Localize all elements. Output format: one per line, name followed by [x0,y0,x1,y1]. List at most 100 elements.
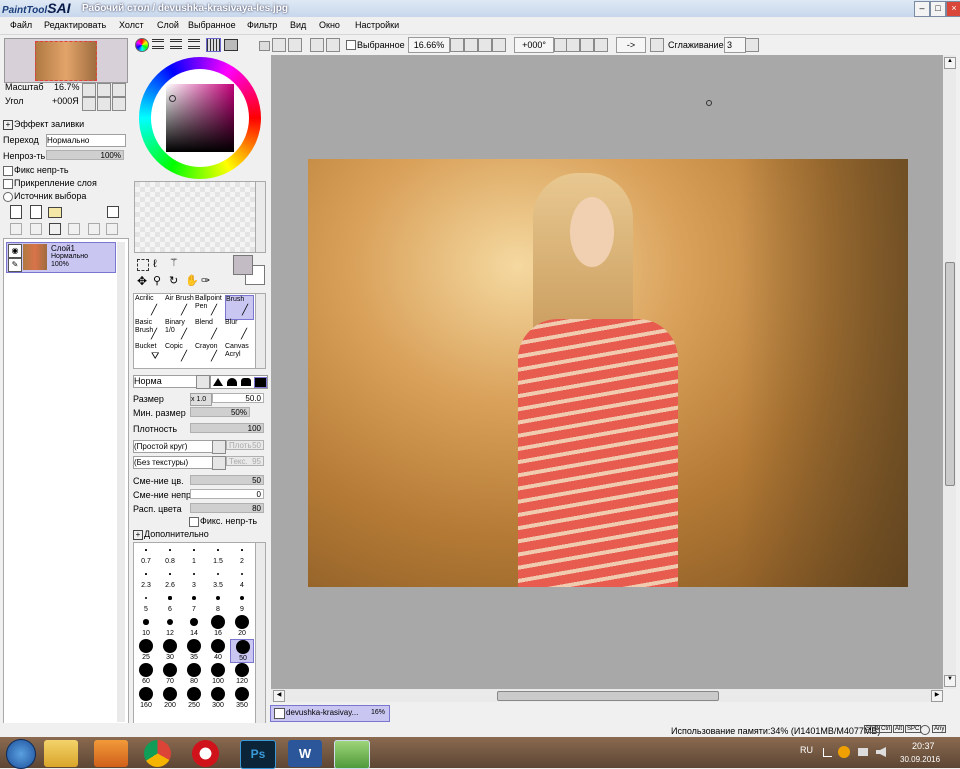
visibility-eye-icon[interactable]: ◉ [8,244,22,258]
minimize-button[interactable]: – [914,1,930,17]
brush-size-cell[interactable]: 40 [206,639,230,663]
new-vector-layer-icon[interactable] [30,205,42,219]
scale-down-icon[interactable] [82,83,96,97]
selection-source-radio[interactable] [3,192,13,202]
invert-selection-icon[interactable] [326,38,340,52]
zoom-reset-icon[interactable] [492,38,506,52]
document-tab[interactable]: devushka-krasivay... 16% [270,705,390,722]
expand-advanced-icon[interactable]: + [133,530,143,540]
scroll-right-icon[interactable]: ▶ [931,690,943,702]
brush-size-cell[interactable]: 7 [182,591,206,615]
hsv-sliders-icon[interactable] [170,39,182,49]
clear-layer-icon[interactable] [49,223,61,235]
tool-acrilic[interactable]: Acrilic ╱ [135,295,164,320]
brush-size-cell[interactable]: 6 [158,591,182,615]
menu-window[interactable]: Окно [319,20,340,30]
menu-view[interactable]: Вид [290,20,306,30]
angle-reset-icon[interactable] [112,97,126,111]
angle-right-icon[interactable] [97,97,111,111]
tool-basic-brush[interactable]: Basic Brush ╱ [135,319,164,344]
shape-soft-icon[interactable] [227,378,237,386]
brush-size-cell[interactable]: 1 [182,543,206,567]
brush-size-cell[interactable]: 100 [206,663,230,687]
brush-size-cell[interactable]: 8 [206,591,230,615]
tool-blend[interactable]: Blend ╱ [195,319,224,344]
brush-size-cell[interactable]: 2.3 [134,567,158,591]
select-rect-icon[interactable] [137,259,149,271]
tool-bucket[interactable]: Bucket ⛛ [135,343,164,368]
foreground-color-swatch[interactable] [233,255,253,275]
brush-size-cell[interactable]: 25 [134,639,158,663]
horizontal-scroll-thumb[interactable] [497,691,719,701]
swatch-grid[interactable] [134,181,256,253]
shape-dropdown-icon[interactable] [212,440,226,454]
brush-size-cell[interactable]: 10 [134,615,158,639]
expand-icon[interactable]: + [3,120,13,130]
tray-app-icon[interactable] [838,746,850,758]
brush-size-cell[interactable]: 3 [182,567,206,591]
transfer-down-icon[interactable] [10,223,22,235]
brush-size-cell[interactable]: 2 [230,543,254,567]
brush-size-cell[interactable]: 1.5 [206,543,230,567]
brush-mode-dropdown-icon[interactable] [196,375,210,389]
paint-brush-icon[interactable]: ✎ [8,258,22,272]
brush-size-cell[interactable]: 300 [206,687,230,711]
rotate-tool-icon[interactable]: ↻ [169,275,181,287]
chrome-icon[interactable] [144,740,171,767]
color-wheel-tab-icon[interactable] [135,38,149,52]
opera-icon[interactable] [192,740,219,767]
zoom-dropdown-icon[interactable] [450,38,464,52]
scratchpad-icon[interactable] [224,39,238,51]
rotate-left-icon[interactable] [566,38,580,52]
brush-size-cell[interactable]: 5 [134,591,158,615]
keep-opacity-checkbox[interactable] [189,517,199,527]
stabilizer-icon[interactable] [650,38,664,52]
new-folder-icon[interactable] [48,207,62,218]
shape-round-icon[interactable] [241,378,251,386]
close-button[interactable]: × [946,1,960,17]
zoom-tool-icon[interactable]: ⚲ [153,275,165,287]
density-slider[interactable]: 100 [190,423,264,433]
brush-size-cell[interactable]: 250 [182,687,206,711]
new-layer-icon[interactable] [10,205,22,219]
swatches-icon[interactable] [206,38,221,52]
rotate-reset-icon[interactable] [594,38,608,52]
fix-opacity-checkbox[interactable] [3,166,13,176]
brush-size-cell[interactable]: 50 [230,639,254,663]
dilution-slider[interactable]: 0 [190,489,264,499]
tool-canvas-acryl[interactable]: Canvas Acryl [225,343,254,368]
brush-size-cell[interactable]: 2.6 [158,567,182,591]
brush-size-cell[interactable]: 9 [230,591,254,615]
maximize-button[interactable]: □ [930,1,946,17]
eyedropper-icon[interactable]: ✑ [201,275,213,287]
tool-brush[interactable]: Brush ╱ [225,295,254,320]
color-wheel[interactable] [139,57,261,179]
brush-size-cell[interactable]: 0.8 [158,543,182,567]
scale-up-icon[interactable] [97,83,111,97]
move-icon[interactable]: ✥ [137,275,149,287]
brush-size-cell[interactable]: 350 [230,687,254,711]
brush-shape-select[interactable]: (Простой круг) [133,440,213,453]
brush-size-cell[interactable]: 60 [134,663,158,687]
brush-size-cell[interactable]: 12 [158,615,182,639]
redo-icon[interactable] [288,38,302,52]
media-player-icon[interactable] [94,740,128,767]
selection-checkbox[interactable] [346,40,356,50]
brush-size-cell[interactable]: 160 [134,687,158,711]
magic-wand-icon[interactable]: ⚚ [169,257,181,269]
trash-icon[interactable] [106,223,118,235]
paint-tool-sai-icon[interactable] [334,740,370,769]
clock-date[interactable]: 30.09.2016 [900,755,940,764]
min-size-slider[interactable]: 50% [190,407,250,417]
network-icon[interactable] [858,748,868,756]
start-orb-icon[interactable] [6,739,36,769]
zoom-field[interactable]: 16.66% [408,37,450,53]
zoom-out-icon[interactable] [464,38,478,52]
rotate-right-icon[interactable] [580,38,594,52]
brush-shape-selector[interactable] [210,375,268,389]
smoothing-dropdown-icon[interactable] [745,38,759,52]
tool-copic[interactable]: Copic ╱ [165,343,194,368]
rotation-field[interactable]: +000° [514,37,554,53]
zoom-in-icon[interactable] [478,38,492,52]
deselect-icon[interactable] [310,38,324,52]
